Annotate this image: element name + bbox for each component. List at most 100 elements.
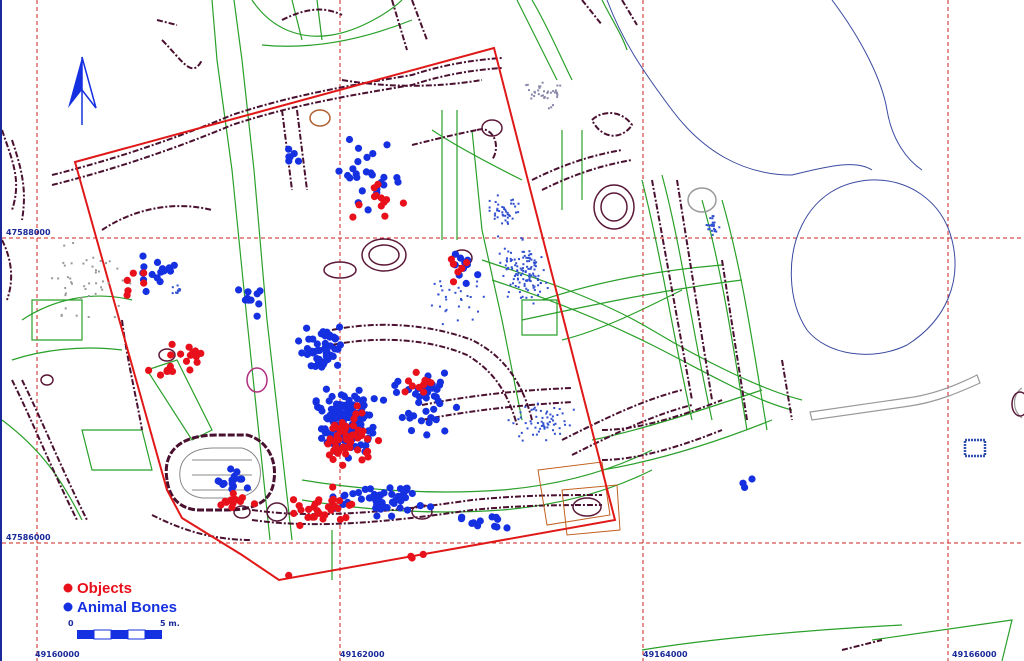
small-find-mark — [535, 415, 538, 418]
small-find-mark — [98, 270, 100, 273]
small-find-mark — [482, 295, 485, 298]
small-find-mark — [556, 93, 559, 96]
object-point — [186, 366, 194, 374]
small-find-mark — [534, 275, 537, 278]
small-find-mark — [521, 250, 524, 253]
small-find-mark — [521, 439, 524, 442]
animal-bone-point — [503, 524, 511, 532]
small-find-mark — [537, 430, 540, 433]
objects-legend-label: Objects — [77, 580, 132, 597]
small-find-mark — [552, 90, 555, 93]
object-point — [250, 500, 259, 508]
animal-bone-point — [379, 396, 388, 404]
small-find-mark — [546, 287, 549, 289]
small-find-mark — [533, 289, 536, 291]
small-find-mark — [517, 418, 520, 421]
small-find-mark — [504, 219, 507, 222]
animal-bone-point — [344, 412, 352, 420]
animal-bone-point — [344, 171, 352, 180]
small-find-mark — [707, 228, 710, 231]
small-find-mark — [499, 261, 502, 264]
animal-bone-point — [244, 288, 252, 296]
animal-bone-point — [357, 495, 365, 503]
animal-bone-point — [452, 403, 461, 411]
animal-bone-point — [354, 144, 363, 152]
animal-bone-point — [394, 178, 402, 186]
animal-bone-point — [369, 429, 377, 437]
animal-bone-point — [388, 512, 396, 520]
site-plan-map[interactable]: 47588000 47586000 49160000 49162000 4916… — [0, 0, 1024, 661]
object-point — [399, 199, 407, 207]
small-find-mark — [116, 267, 119, 270]
small-find-mark — [558, 427, 561, 430]
small-find-mark — [85, 259, 88, 262]
small-find-mark — [92, 256, 95, 259]
small-find-mark — [543, 90, 545, 93]
small-find-mark — [528, 278, 531, 281]
small-find-mark — [69, 277, 72, 280]
small-find-mark — [439, 305, 441, 308]
small-find-mark — [530, 274, 532, 277]
small-find-mark — [493, 217, 496, 220]
small-find-mark — [522, 269, 525, 272]
animal-bone-point — [285, 145, 293, 153]
small-find-mark — [546, 92, 549, 94]
small-find-mark — [519, 267, 522, 270]
object-point — [285, 571, 293, 580]
scale-start-label: 0 — [68, 619, 74, 628]
scale-bar: 0 5 m. — [68, 619, 180, 640]
object-point — [358, 456, 366, 464]
small-find-mark — [506, 216, 509, 219]
small-find-mark — [561, 412, 564, 415]
small-find-mark — [546, 410, 549, 413]
small-find-mark — [552, 429, 554, 432]
object-point — [124, 287, 132, 295]
object-point — [374, 437, 383, 445]
animal-bone-point — [295, 337, 303, 345]
small-find-mark — [60, 314, 63, 317]
animal-bones-legend-label: Animal Bones — [77, 599, 177, 616]
object-point — [449, 278, 458, 286]
small-find-mark — [520, 237, 523, 240]
small-find-mark — [506, 221, 509, 224]
small-find-mark — [523, 284, 526, 287]
object-point — [401, 388, 409, 396]
animal-bone-point — [228, 480, 236, 488]
small-find-mark — [95, 269, 97, 272]
animal-bone-point — [748, 475, 756, 483]
small-find-mark — [515, 262, 518, 265]
small-find-mark — [100, 286, 103, 289]
small-find-mark — [713, 221, 716, 224]
small-find-mark — [64, 287, 67, 289]
small-find-mark — [459, 290, 462, 293]
animal-bone-point — [422, 407, 430, 415]
easting-label-3: 49164000 — [643, 650, 688, 659]
small-find-mark — [556, 414, 559, 416]
object-point — [329, 455, 337, 464]
animal-bone-point — [325, 354, 333, 362]
small-find-mark — [468, 306, 471, 309]
animal-bone-point — [318, 434, 326, 442]
small-find-mark — [514, 285, 517, 287]
small-find-mark — [549, 91, 552, 94]
animal-bone-point — [328, 392, 336, 401]
small-find-mark — [469, 296, 472, 298]
object-point — [167, 351, 175, 359]
small-find-mark — [534, 265, 537, 268]
small-find-mark — [528, 260, 531, 263]
animal-bone-point — [383, 141, 391, 149]
animal-bone-point — [235, 286, 243, 294]
scale-end-label: 5 m. — [160, 619, 180, 628]
small-find-mark — [712, 225, 715, 228]
site-plan-canvas: 47588000 47586000 49160000 49162000 4916… — [2, 0, 1024, 661]
animal-bone-point — [353, 395, 361, 403]
small-find-mark — [439, 280, 442, 283]
small-find-mark — [497, 203, 500, 206]
small-find-mark — [546, 426, 549, 429]
small-find-mark — [519, 416, 522, 419]
animal-bone-point — [335, 167, 343, 175]
animal-bone-point — [303, 324, 311, 332]
small-find-mark — [547, 107, 550, 110]
object-point — [349, 213, 357, 221]
animal-bone-point — [215, 477, 223, 485]
